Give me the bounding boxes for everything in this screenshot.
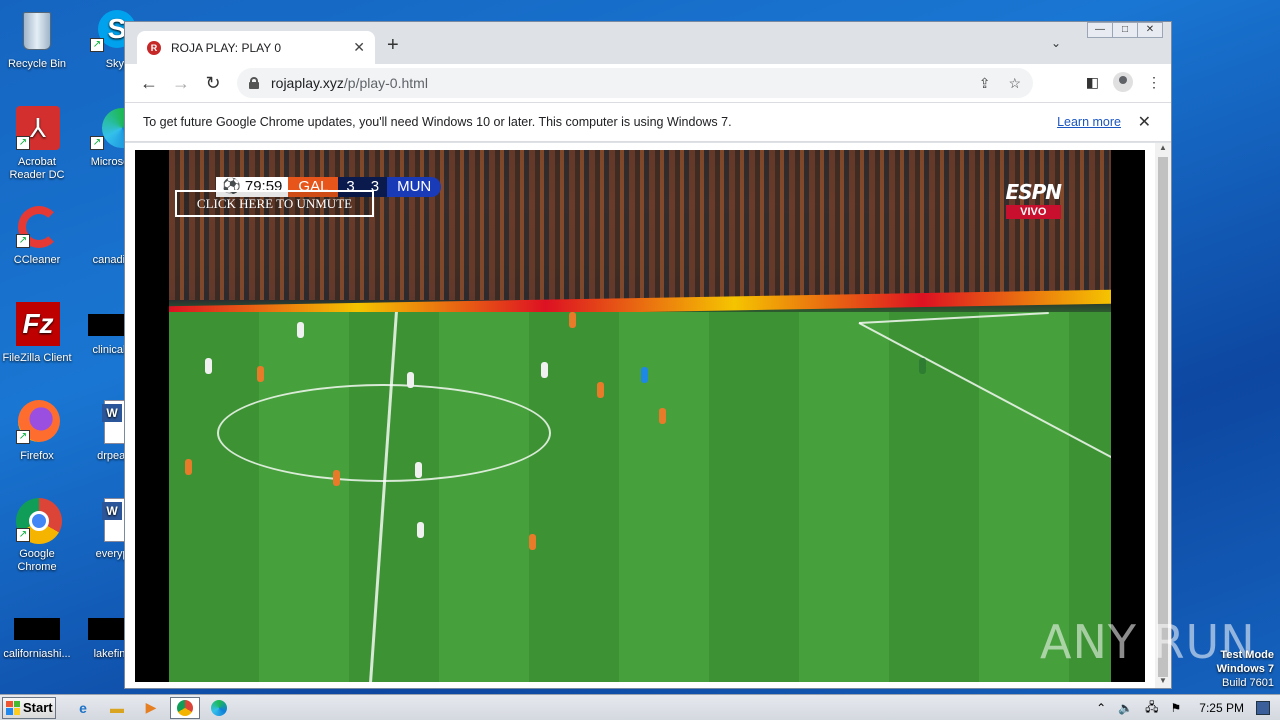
address-bar[interactable]: rojaplay.xyz/p/play-0.html ⇪ ☆ [237, 68, 1033, 98]
start-button[interactable]: Start [2, 696, 56, 719]
desktop-icon-ccleaner[interactable]: ↗ CCleaner [0, 204, 74, 267]
infobar-close-icon[interactable]: ✕ [1138, 112, 1151, 132]
url-host: rojaplay.xyz [271, 75, 344, 91]
page-viewport: ⚽ 79:59 GAL 3 3 MUN CLICK HERE TO UNMUTE… [125, 143, 1171, 688]
tab-search-chevron-icon[interactable]: ⌄ [1051, 36, 1061, 50]
desktop-icon-californiashi[interactable]: californiashi... [0, 606, 74, 661]
taskbar-chrome-icon[interactable] [170, 696, 200, 719]
taskbar-ie-icon[interactable]: e [68, 697, 98, 719]
stadium-crowd [169, 150, 1111, 300]
share-icon[interactable]: ⇪ [979, 75, 991, 92]
filezilla-icon: Fz [14, 302, 60, 348]
update-infobar: To get future Google Chrome updates, you… [125, 102, 1171, 142]
live-badge: VIVO [1005, 205, 1061, 219]
window-controls: — □ ✕ [1087, 22, 1163, 40]
show-hidden-icons-icon[interactable]: ⌃ [1096, 701, 1106, 715]
desktop-icon-firefox[interactable]: ↗ Firefox [0, 400, 74, 463]
maximize-icon[interactable]: □ [1112, 22, 1138, 38]
show-desktop-button[interactable] [1256, 701, 1270, 715]
test-mode-label: Test Mode Windows 7 Build 7601 [1216, 649, 1274, 689]
system-tray: ⌃ 🔈 🖧 ⚑ 7:25 PM [1096, 695, 1280, 720]
desktop-icon-acrobat[interactable]: ⅄ ↗ Acrobat Reader DC [0, 106, 74, 182]
taskbar-clock[interactable]: 7:25 PM [1199, 701, 1244, 715]
desktop-icon-chrome[interactable]: ↗ Google Chrome [0, 498, 74, 574]
new-tab-icon[interactable]: + [387, 34, 399, 57]
chrome-window: — □ ✕ R ROJA PLAY: PLAY 0 ✕ + ⌄ ← → ↻ ro… [124, 21, 1172, 689]
bookmark-star-icon[interactable]: ☆ [1008, 75, 1021, 92]
windows-flag-icon [6, 700, 20, 715]
page-scrollbar[interactable]: ▲ ▼ [1155, 143, 1171, 688]
reload-icon[interactable]: ↻ [197, 73, 229, 94]
back-icon[interactable]: ← [133, 73, 165, 94]
desktop-icon-filezilla[interactable]: Fz FileZilla Client [0, 302, 74, 365]
close-window-icon[interactable]: ✕ [1137, 22, 1163, 38]
browser-tab[interactable]: R ROJA PLAY: PLAY 0 ✕ [137, 31, 375, 64]
broadcaster-logo: ESPN [1005, 180, 1062, 204]
football-pitch [169, 312, 1111, 682]
browser-toolbar: ← → ↻ rojaplay.xyz/p/play-0.html ⇪ ☆ ◧ ⋮ [125, 64, 1171, 102]
learn-more-link[interactable]: Learn more [1057, 115, 1121, 129]
blank-file-icon [14, 618, 60, 640]
firefox-icon: ↗ [14, 400, 60, 446]
scroll-thumb[interactable] [1158, 157, 1168, 677]
video-frame[interactable]: ⚽ 79:59 GAL 3 3 MUN CLICK HERE TO UNMUTE… [169, 150, 1111, 682]
unmute-button[interactable]: CLICK HERE TO UNMUTE [175, 190, 374, 217]
ccleaner-icon: ↗ [14, 204, 60, 250]
forward-icon[interactable]: → [165, 73, 197, 94]
taskbar-explorer-icon[interactable]: ▬ [102, 697, 132, 719]
infobar-message: To get future Google Chrome updates, you… [143, 115, 732, 129]
away-team: MUN [387, 177, 442, 197]
taskbar: Start e ▬ ▶ ⌃ 🔈 🖧 ⚑ 7:25 PM [0, 694, 1280, 720]
tab-title: ROJA PLAY: PLAY 0 [171, 40, 282, 55]
taskbar-edge-icon[interactable] [204, 697, 234, 719]
lock-icon[interactable] [249, 77, 259, 89]
espn-logo: ESPN VIVO [1005, 180, 1062, 219]
profile-avatar-icon[interactable] [1113, 72, 1133, 92]
url-path: /p/play-0.html [343, 75, 428, 91]
video-player[interactable]: ⚽ 79:59 GAL 3 3 MUN CLICK HERE TO UNMUTE… [135, 150, 1145, 682]
taskbar-media-player-icon[interactable]: ▶ [136, 697, 166, 719]
chrome-icon: ↗ [14, 498, 62, 544]
menu-kebab-icon[interactable]: ⋮ [1147, 74, 1161, 91]
scroll-up-icon[interactable]: ▲ [1155, 143, 1171, 155]
action-center-flag-icon[interactable]: ⚑ [1171, 701, 1182, 715]
acrobat-icon: ⅄ ↗ [14, 106, 60, 152]
volume-icon[interactable]: 🔈 [1118, 701, 1133, 715]
roja-favicon-icon: R [147, 40, 161, 55]
scroll-down-icon[interactable]: ▼ [1155, 676, 1171, 688]
network-icon[interactable]: 🖧 [1145, 698, 1158, 719]
tab-close-icon[interactable]: ✕ [353, 39, 365, 56]
recycle-bin-icon [14, 8, 60, 54]
minimize-icon[interactable]: — [1087, 22, 1113, 38]
desktop-icon-recycle-bin[interactable]: Recycle Bin [0, 8, 74, 71]
side-panel-icon[interactable]: ◧ [1086, 74, 1099, 91]
